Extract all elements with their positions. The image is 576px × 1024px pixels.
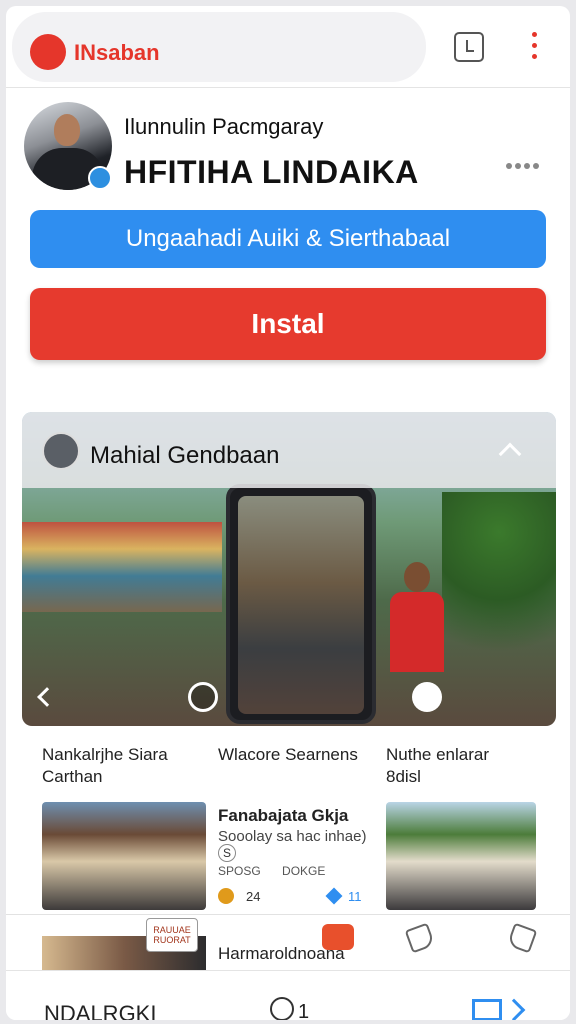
gift-icon[interactable] <box>322 924 354 950</box>
collapse-chevron-icon[interactable] <box>498 442 522 466</box>
thumb-down-icon[interactable] <box>404 922 436 954</box>
top-bar: INsaban <box>6 6 570 88</box>
heart-icon[interactable] <box>325 887 343 905</box>
caption[interactable]: Wlacore Searnens <box>218 744 358 766</box>
post-thumbnail-right[interactable] <box>386 802 536 910</box>
sun-icon[interactable] <box>218 888 234 904</box>
like-count: 24 <box>246 889 261 904</box>
reply-count: 11 <box>348 889 362 904</box>
post-stats: SPOSG DOKGE <box>218 864 388 878</box>
card-avatar[interactable] <box>42 432 80 470</box>
post-title[interactable]: Fanabajata Gkja <box>218 806 348 826</box>
circle-icon[interactable] <box>270 997 294 1020</box>
play-icon[interactable] <box>412 682 442 712</box>
market-stall-image <box>22 522 222 612</box>
bookmark-icon[interactable] <box>454 32 484 62</box>
back-icon[interactable] <box>37 687 57 707</box>
divider <box>6 914 570 915</box>
post-actions: 24 11 <box>218 886 378 908</box>
app-frame: INsaban Ilunnulin Pacmgaray HFITIHA LIND… <box>6 6 570 1020</box>
profile-name: HFITIHA LINDAIKA <box>124 154 419 190</box>
app-name: INsaban <box>74 40 160 65</box>
bottom-bar: NDALRGKI 1 <box>6 970 570 1020</box>
brand-logo <box>30 34 66 70</box>
brand-pill[interactable]: INsaban <box>12 12 426 82</box>
caption[interactable]: Nankalrjhe Siara Carthan <box>42 744 168 788</box>
captions-row: Nankalrjhe Siara Carthan Wlacore Searnen… <box>42 744 542 790</box>
more-vert-icon[interactable] <box>532 32 538 62</box>
record-icon[interactable] <box>188 682 218 712</box>
row3-chip[interactable]: RAUUAE RUORAT <box>146 918 198 952</box>
bottom-count: 1 <box>298 1001 310 1020</box>
post-stat: DOKGE <box>282 864 326 878</box>
palm-image <box>442 492 556 692</box>
more-horiz-icon[interactable] <box>506 156 546 169</box>
verified-badge-icon <box>88 166 112 190</box>
card-title: Mahial Gendbaan <box>90 442 280 469</box>
bottom-label[interactable]: NDALRGKI <box>44 1001 156 1020</box>
post-meta: Sooolay sa hac inhae) <box>218 828 367 845</box>
media-card[interactable]: Mahial Gendbaan <box>22 412 556 726</box>
primary-action-button[interactable]: Ungaahadi Auiki & Sierthabaal <box>30 210 546 268</box>
forward-icon[interactable] <box>472 998 528 1020</box>
install-button[interactable]: Instal <box>30 288 546 360</box>
post-thumbnail[interactable] <box>42 802 206 910</box>
profile-subtitle: Ilunnulin Pacmgaray <box>124 114 324 139</box>
post-stat: SPOSG <box>218 864 261 878</box>
phone-image <box>226 484 376 724</box>
post-tag: S <box>218 844 236 862</box>
card-header: Mahial Gendbaan <box>22 412 556 488</box>
caption[interactable]: Nuthe enlarar 8disl <box>386 744 489 788</box>
thumb-up-icon[interactable] <box>506 922 538 954</box>
